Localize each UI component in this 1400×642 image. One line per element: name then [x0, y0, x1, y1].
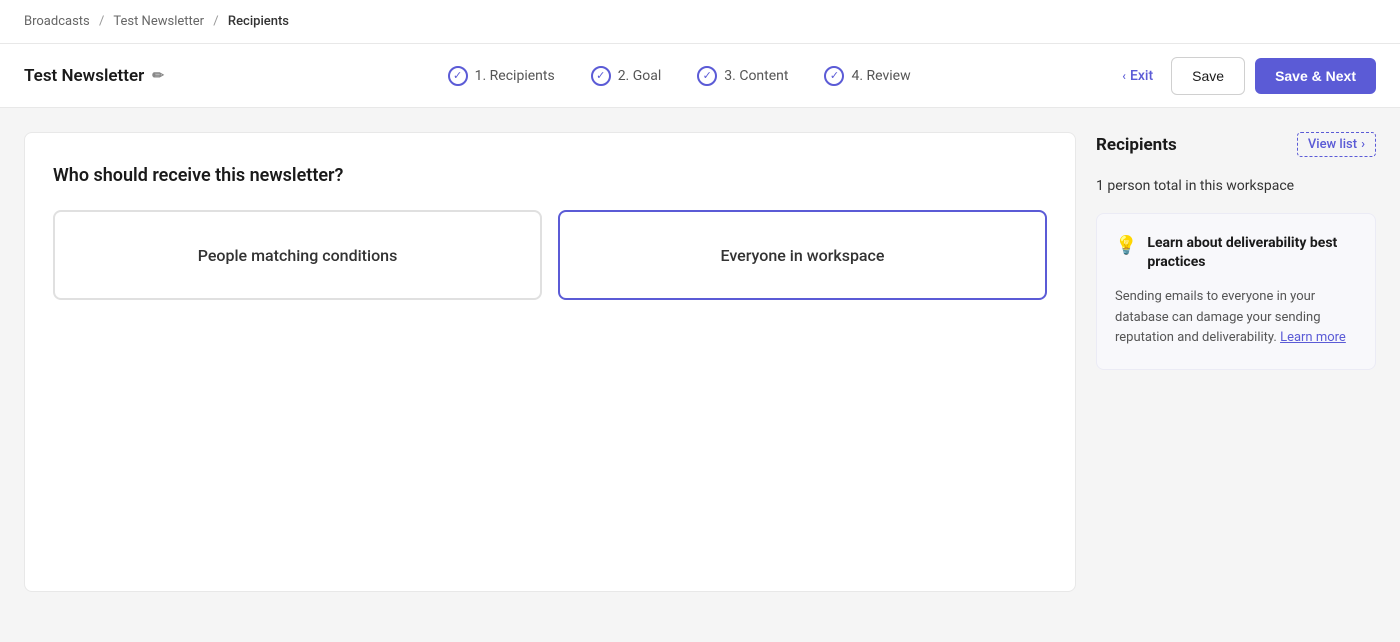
header-title-group: Test Newsletter ✏: [24, 66, 244, 86]
step-3-content[interactable]: ✓ 3. Content: [697, 66, 788, 86]
step-3-check: ✓: [697, 66, 717, 86]
main-content: Who should receive this newsletter? Peop…: [0, 108, 1400, 616]
step-1-recipients[interactable]: ✓ 1. Recipients: [448, 66, 555, 86]
view-list-chevron-icon: ›: [1361, 137, 1365, 152]
step-4-review[interactable]: ✓ 4. Review: [824, 66, 910, 86]
option-people-matching[interactable]: People matching conditions: [53, 210, 542, 300]
breadcrumb-sep-1: /: [99, 14, 104, 29]
view-list-button[interactable]: View list ›: [1297, 132, 1376, 157]
breadcrumb-sep-2: /: [213, 14, 218, 29]
learn-more-link[interactable]: Learn more: [1280, 330, 1346, 345]
exit-button[interactable]: ‹ Exit: [1114, 68, 1161, 84]
option-everyone-workspace[interactable]: Everyone in workspace: [558, 210, 1047, 300]
recipients-count: 1 person total in this workspace: [1096, 177, 1376, 197]
exit-chevron-icon: ‹: [1122, 69, 1126, 83]
save-button[interactable]: Save: [1171, 57, 1245, 95]
page-header: Test Newsletter ✏ ✓ 1. Recipients ✓ 2. G…: [0, 44, 1400, 108]
save-next-button[interactable]: Save & Next: [1255, 58, 1376, 94]
breadcrumb-newsletter[interactable]: Test Newsletter: [113, 14, 204, 29]
edit-icon[interactable]: ✏: [152, 68, 164, 84]
recipients-header: Recipients View list ›: [1096, 132, 1376, 157]
step-1-label: 1. Recipients: [475, 68, 555, 84]
step-2-goal[interactable]: ✓ 2. Goal: [591, 66, 662, 86]
step-4-label: 4. Review: [851, 68, 910, 84]
steps-nav: ✓ 1. Recipients ✓ 2. Goal ✓ 3. Content ✓…: [244, 66, 1114, 86]
option-people-matching-label: People matching conditions: [198, 246, 398, 265]
step-3-label: 3. Content: [724, 68, 788, 84]
step-2-label: 2. Goal: [618, 68, 662, 84]
info-card-title: Learn about deliverability best practice…: [1147, 234, 1357, 273]
step-4-check: ✓: [824, 66, 844, 86]
info-card-header: 💡 Learn about deliverability best practi…: [1115, 234, 1357, 273]
exit-label: Exit: [1130, 68, 1153, 84]
step-1-check: ✓: [448, 66, 468, 86]
breadcrumb: Broadcasts / Test Newsletter / Recipient…: [0, 0, 1400, 44]
deliverability-info-card: 💡 Learn about deliverability best practi…: [1096, 213, 1376, 371]
info-card-body: Sending emails to everyone in your datab…: [1115, 287, 1357, 349]
newsletter-title: Test Newsletter: [24, 66, 144, 86]
breadcrumb-current: Recipients: [228, 14, 289, 29]
header-actions: ‹ Exit Save Save & Next: [1114, 57, 1376, 95]
left-panel: Who should receive this newsletter? Peop…: [24, 132, 1076, 592]
right-panel: Recipients View list › 1 person total in…: [1096, 132, 1376, 592]
view-list-label: View list: [1308, 137, 1357, 152]
recipients-title: Recipients: [1096, 135, 1177, 155]
option-everyone-workspace-label: Everyone in workspace: [721, 246, 885, 265]
options-row: People matching conditions Everyone in w…: [53, 210, 1047, 300]
bulb-icon: 💡: [1115, 235, 1137, 256]
panel-question: Who should receive this newsletter?: [53, 165, 1047, 186]
breadcrumb-broadcasts[interactable]: Broadcasts: [24, 14, 90, 29]
step-2-check: ✓: [591, 66, 611, 86]
